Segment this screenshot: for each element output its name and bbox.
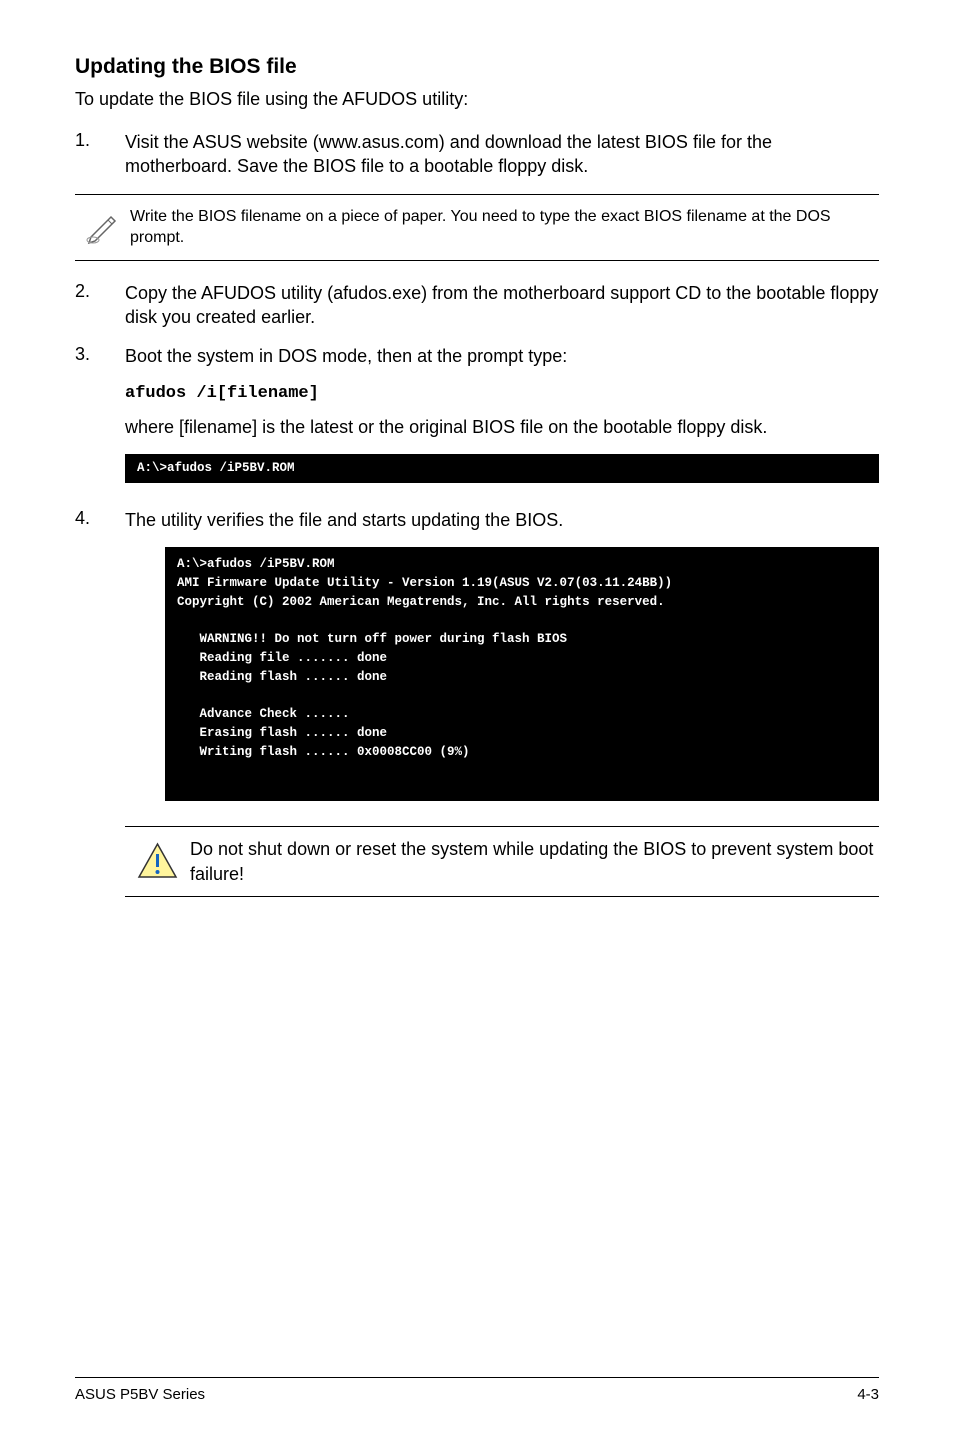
warning-triangle-icon (125, 839, 190, 884)
warning-text: Do not shut down or reset the system whi… (190, 837, 879, 886)
pencil-icon (75, 201, 130, 245)
footer-right: 4-3 (857, 1386, 879, 1403)
step-4: 4. The utility verifies the file and sta… (75, 508, 879, 532)
step-content: Boot the system in DOS mode, then at the… (125, 344, 879, 368)
explain-text: where [filename] is the latest or the or… (125, 415, 879, 439)
section-heading: Updating the BIOS file (75, 55, 879, 79)
step-number: 1. (75, 130, 125, 179)
step-number: 3. (75, 344, 125, 368)
step-content: Visit the ASUS website (www.asus.com) an… (125, 130, 879, 179)
step-3: 3. Boot the system in DOS mode, then at … (75, 344, 879, 368)
step-2: 2. Copy the AFUDOS utility (afudos.exe) … (75, 281, 879, 330)
step-number: 2. (75, 281, 125, 330)
step-number: 4. (75, 508, 125, 532)
intro-text: To update the BIOS file using the AFUDOS… (75, 89, 879, 110)
terminal-output-1: A:\>afudos /iP5BV.ROM (125, 454, 879, 483)
note-box: Write the BIOS filename on a piece of pa… (75, 194, 879, 261)
terminal-output-2: A:\>afudos /iP5BV.ROM AMI Firmware Updat… (165, 547, 879, 801)
step-content: The utility verifies the file and starts… (125, 508, 879, 532)
footer-left: ASUS P5BV Series (75, 1386, 205, 1403)
warning-box: Do not shut down or reset the system whi… (125, 826, 879, 897)
step-1: 1. Visit the ASUS website (www.asus.com)… (75, 130, 879, 179)
code-text: afudos /i[filename] (125, 384, 879, 403)
step-content: Copy the AFUDOS utility (afudos.exe) fro… (125, 281, 879, 330)
note-text: Write the BIOS filename on a piece of pa… (130, 201, 879, 254)
page-footer: ASUS P5BV Series 4-3 (75, 1377, 879, 1403)
code-block: afudos /i[filename] where [filename] is … (125, 384, 879, 439)
